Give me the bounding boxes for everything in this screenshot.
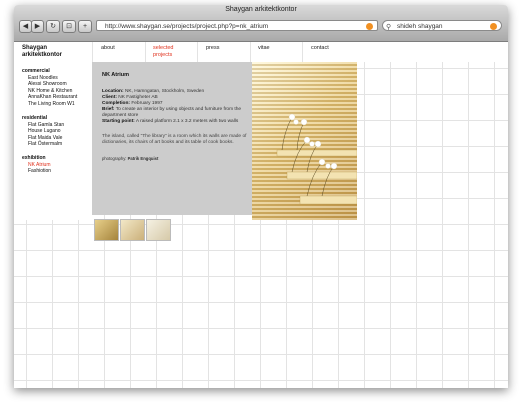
project-description: The island, called "The library" is a ro… — [102, 134, 247, 145]
client-value: NK Fastigheter AB — [118, 95, 158, 100]
sidebar-item-living-room-w1[interactable]: The Living Room W1 — [22, 101, 77, 108]
rss-icon[interactable] — [366, 23, 373, 30]
url-field[interactable]: http://www.shaygan.se/projects/project.p… — [96, 20, 378, 31]
brief-label: Brief: — [102, 107, 115, 112]
sidebar-item-flat-ostermalm[interactable]: Flat Östermalm — [22, 141, 64, 148]
project-meta: Location: NK, Hamngatan, Stockholm, Swed… — [102, 89, 248, 125]
brief-value: To create an interior by using objects a… — [102, 107, 242, 118]
clear-search-icon[interactable] — [490, 23, 497, 30]
nav-contact[interactable]: contact — [311, 45, 329, 52]
reload-button[interactable]: ↻ — [46, 20, 60, 33]
thumbnail-3[interactable] — [146, 219, 171, 241]
photography-label: photography: — [102, 156, 127, 161]
window-title: Shaygan arkitektkontor — [225, 6, 297, 13]
add-bookmark-button[interactable]: + — [78, 20, 92, 33]
project-title: NK Atrium — [102, 72, 129, 78]
nav-divider — [197, 42, 198, 62]
nav-selected-projects[interactable]: selected projects — [153, 45, 174, 59]
nav-divider — [250, 42, 251, 62]
nav-vitae[interactable]: vitae — [258, 45, 270, 52]
logo-line2: arkitektkontor — [22, 52, 63, 58]
page-content: Shaygan arkitektkontor about selected pr… — [14, 42, 508, 388]
project-sidebar: commercial East Noodles Alessi Showroom … — [14, 62, 92, 220]
bookmark-button[interactable]: ⊡ — [62, 20, 76, 33]
group-residential: residential Flat Gamla Stan House Lugano… — [22, 115, 64, 148]
browser-window: Shaygan arkitektkontor ◀ ▶ ↻ ⊡ + http://… — [14, 5, 508, 388]
nav-press[interactable]: press — [206, 45, 219, 52]
url-text: http://www.shaygan.se/projects/project.p… — [105, 23, 269, 30]
photo-credit: photography: Patrik Engquist — [102, 156, 158, 161]
thumbnail-2[interactable] — [120, 219, 145, 241]
search-icon: ⚲ — [386, 24, 392, 31]
sidebar-item-fashiotion[interactable]: Fashiotion — [22, 168, 51, 175]
client-label: Client: — [102, 95, 117, 100]
project-photo — [252, 62, 357, 220]
starting-point-value: A raised platform 2.1 x 3.2 meters with … — [135, 119, 239, 124]
location-label: Location: — [102, 89, 124, 94]
search-text: shideh shaygan — [397, 23, 443, 30]
completion-value: February 1997 — [131, 101, 163, 106]
nav-about[interactable]: about — [101, 45, 115, 52]
title-bar: Shaygan arkitektkontor ◀ ▶ ↻ ⊡ + http://… — [14, 5, 508, 42]
sidebar-item-house-lugano[interactable]: House Lugano — [22, 128, 64, 135]
nav-divider — [92, 42, 93, 62]
nav-divider — [302, 42, 303, 62]
nav-selected-line2: projects — [153, 52, 173, 58]
search-field[interactable]: ⚲ shideh shaygan — [382, 20, 502, 31]
project-info-panel: NK Atrium Location: NK, Hamngatan, Stock… — [92, 62, 252, 215]
orchid-illustration — [276, 113, 357, 205]
starting-point-label: Starting point: — [102, 119, 135, 124]
location-value: NK, Hamngatan, Stockholm, Sweden — [124, 89, 205, 94]
completion-label: Completion: — [102, 101, 130, 106]
nav-selected-line1: selected — [153, 45, 174, 51]
nav-divider — [145, 42, 146, 62]
group-commercial: commercial East Noodles Alessi Showroom … — [22, 68, 77, 107]
top-navigation: Shaygan arkitektkontor about selected pr… — [14, 42, 508, 62]
logo-line1: Shaygan — [22, 45, 48, 51]
site-logo[interactable]: Shaygan arkitektkontor — [22, 45, 62, 59]
photographer-name: Patrik Engquist — [127, 156, 159, 161]
sidebar-item-annakhan-restaurant[interactable]: AnnaKhan Restaurant — [22, 94, 77, 101]
thumbnail-1[interactable] — [94, 219, 119, 241]
group-exhibition: exhibition NK Atrium Fashiotion — [22, 155, 51, 175]
forward-button[interactable]: ▶ — [31, 20, 44, 33]
